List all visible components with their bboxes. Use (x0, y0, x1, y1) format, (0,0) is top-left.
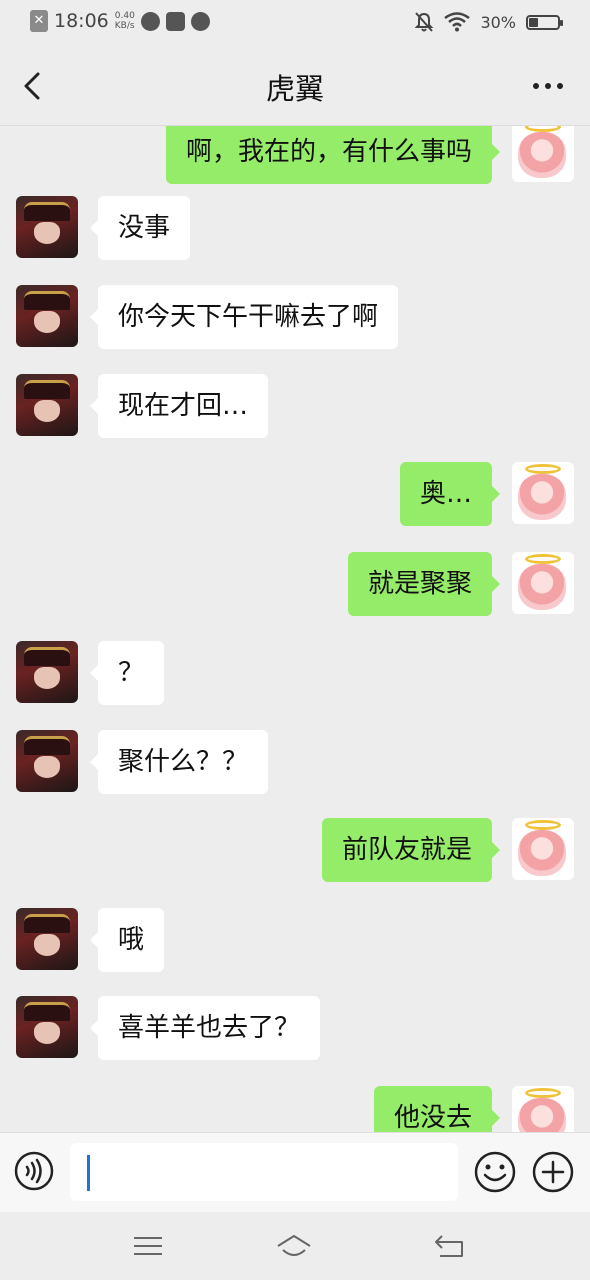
chat-header: 虎翼 (0, 46, 590, 126)
my-avatar[interactable] (512, 818, 574, 880)
chat-title: 虎翼 (265, 72, 324, 106)
app-notification-icon (140, 11, 160, 31)
sync-app-icon (190, 11, 210, 31)
contact-avatar[interactable] (16, 908, 78, 970)
contact-avatar[interactable] (16, 641, 78, 703)
message-item: 没事 (16, 196, 191, 260)
my-avatar[interactable] (512, 552, 574, 614)
back-arrow-icon[interactable] (432, 1230, 468, 1262)
bell-muted-icon (415, 12, 434, 32)
message-bubble[interactable]: ？ (89, 641, 165, 705)
message-item: ？ (16, 641, 165, 705)
message-bubble[interactable]: 啊，我在的，有什么事吗 (165, 126, 501, 184)
contact-avatar[interactable] (16, 996, 78, 1058)
input-bar (0, 1132, 590, 1212)
message-input[interactable] (70, 1143, 458, 1201)
wifi-icon (444, 12, 471, 32)
text-caret (87, 1155, 90, 1191)
battery-percent: 30% (480, 12, 516, 32)
message-item: 他没去 (373, 1086, 574, 1132)
system-nav-bar (0, 1212, 590, 1280)
message-item: 你今天下午干嘛去了啊 (16, 285, 399, 349)
message-item: 现在才回… (16, 374, 269, 438)
contact-avatar[interactable] (16, 196, 78, 258)
battery-icon (526, 14, 563, 30)
message-bubble[interactable]: 就是聚聚 (347, 552, 501, 616)
my-avatar[interactable] (512, 1086, 574, 1132)
my-avatar[interactable] (512, 462, 574, 524)
message-item: 聚什么？？ (16, 730, 269, 794)
message-bubble[interactable]: 没事 (89, 196, 191, 260)
status-time: 18:06 (54, 10, 109, 32)
message-item: 前队友就是 (321, 818, 574, 882)
more-dots-icon[interactable] (526, 74, 570, 98)
network-speed-value: 0.40 (114, 11, 135, 21)
network-speed-unit: KB/s (114, 21, 135, 31)
message-list[interactable]: 啊，我在的，有什么事吗 没事 你今天下午干嘛去了啊 现在才回… 奥… 就是聚聚 … (0, 126, 590, 1132)
message-item: 啊，我在的，有什么事吗 (165, 126, 574, 184)
network-speed: 0.40 KB/s (115, 11, 135, 31)
emoji-icon[interactable] (474, 1151, 516, 1193)
message-item: 就是聚聚 (347, 552, 574, 616)
battery-fill (529, 17, 538, 27)
voice-icon[interactable] (14, 1151, 54, 1191)
message-item: 奥… (399, 462, 574, 526)
message-bubble[interactable]: 哦 (89, 908, 165, 972)
message-bubble[interactable]: 前队友就是 (321, 818, 501, 882)
message-bubble[interactable]: 你今天下午干嘛去了啊 (89, 285, 399, 349)
message-bubble[interactable]: 现在才回… (89, 374, 269, 438)
my-avatar[interactable] (512, 126, 574, 182)
message-item: 哦 (16, 908, 165, 972)
message-bubble[interactable]: 奥… (399, 462, 501, 526)
status-bar: ✕ 18:06 0.40 KB/s 30% (0, 0, 590, 46)
menu-icon[interactable] (130, 1230, 166, 1262)
message-item: 喜羊羊也去了？ (16, 996, 321, 1060)
message-bubble[interactable]: 他没去 (373, 1086, 501, 1132)
message-bubble[interactable]: 喜羊羊也去了？ (89, 996, 321, 1060)
plus-icon[interactable] (532, 1151, 574, 1193)
contact-avatar[interactable] (16, 730, 78, 792)
message-bubble[interactable]: 聚什么？？ (89, 730, 269, 794)
contact-avatar[interactable] (16, 374, 78, 436)
video-app-icon (165, 11, 185, 31)
contact-avatar[interactable] (16, 285, 78, 347)
x-notification-icon: ✕ (30, 10, 48, 32)
home-icon[interactable] (276, 1230, 312, 1262)
